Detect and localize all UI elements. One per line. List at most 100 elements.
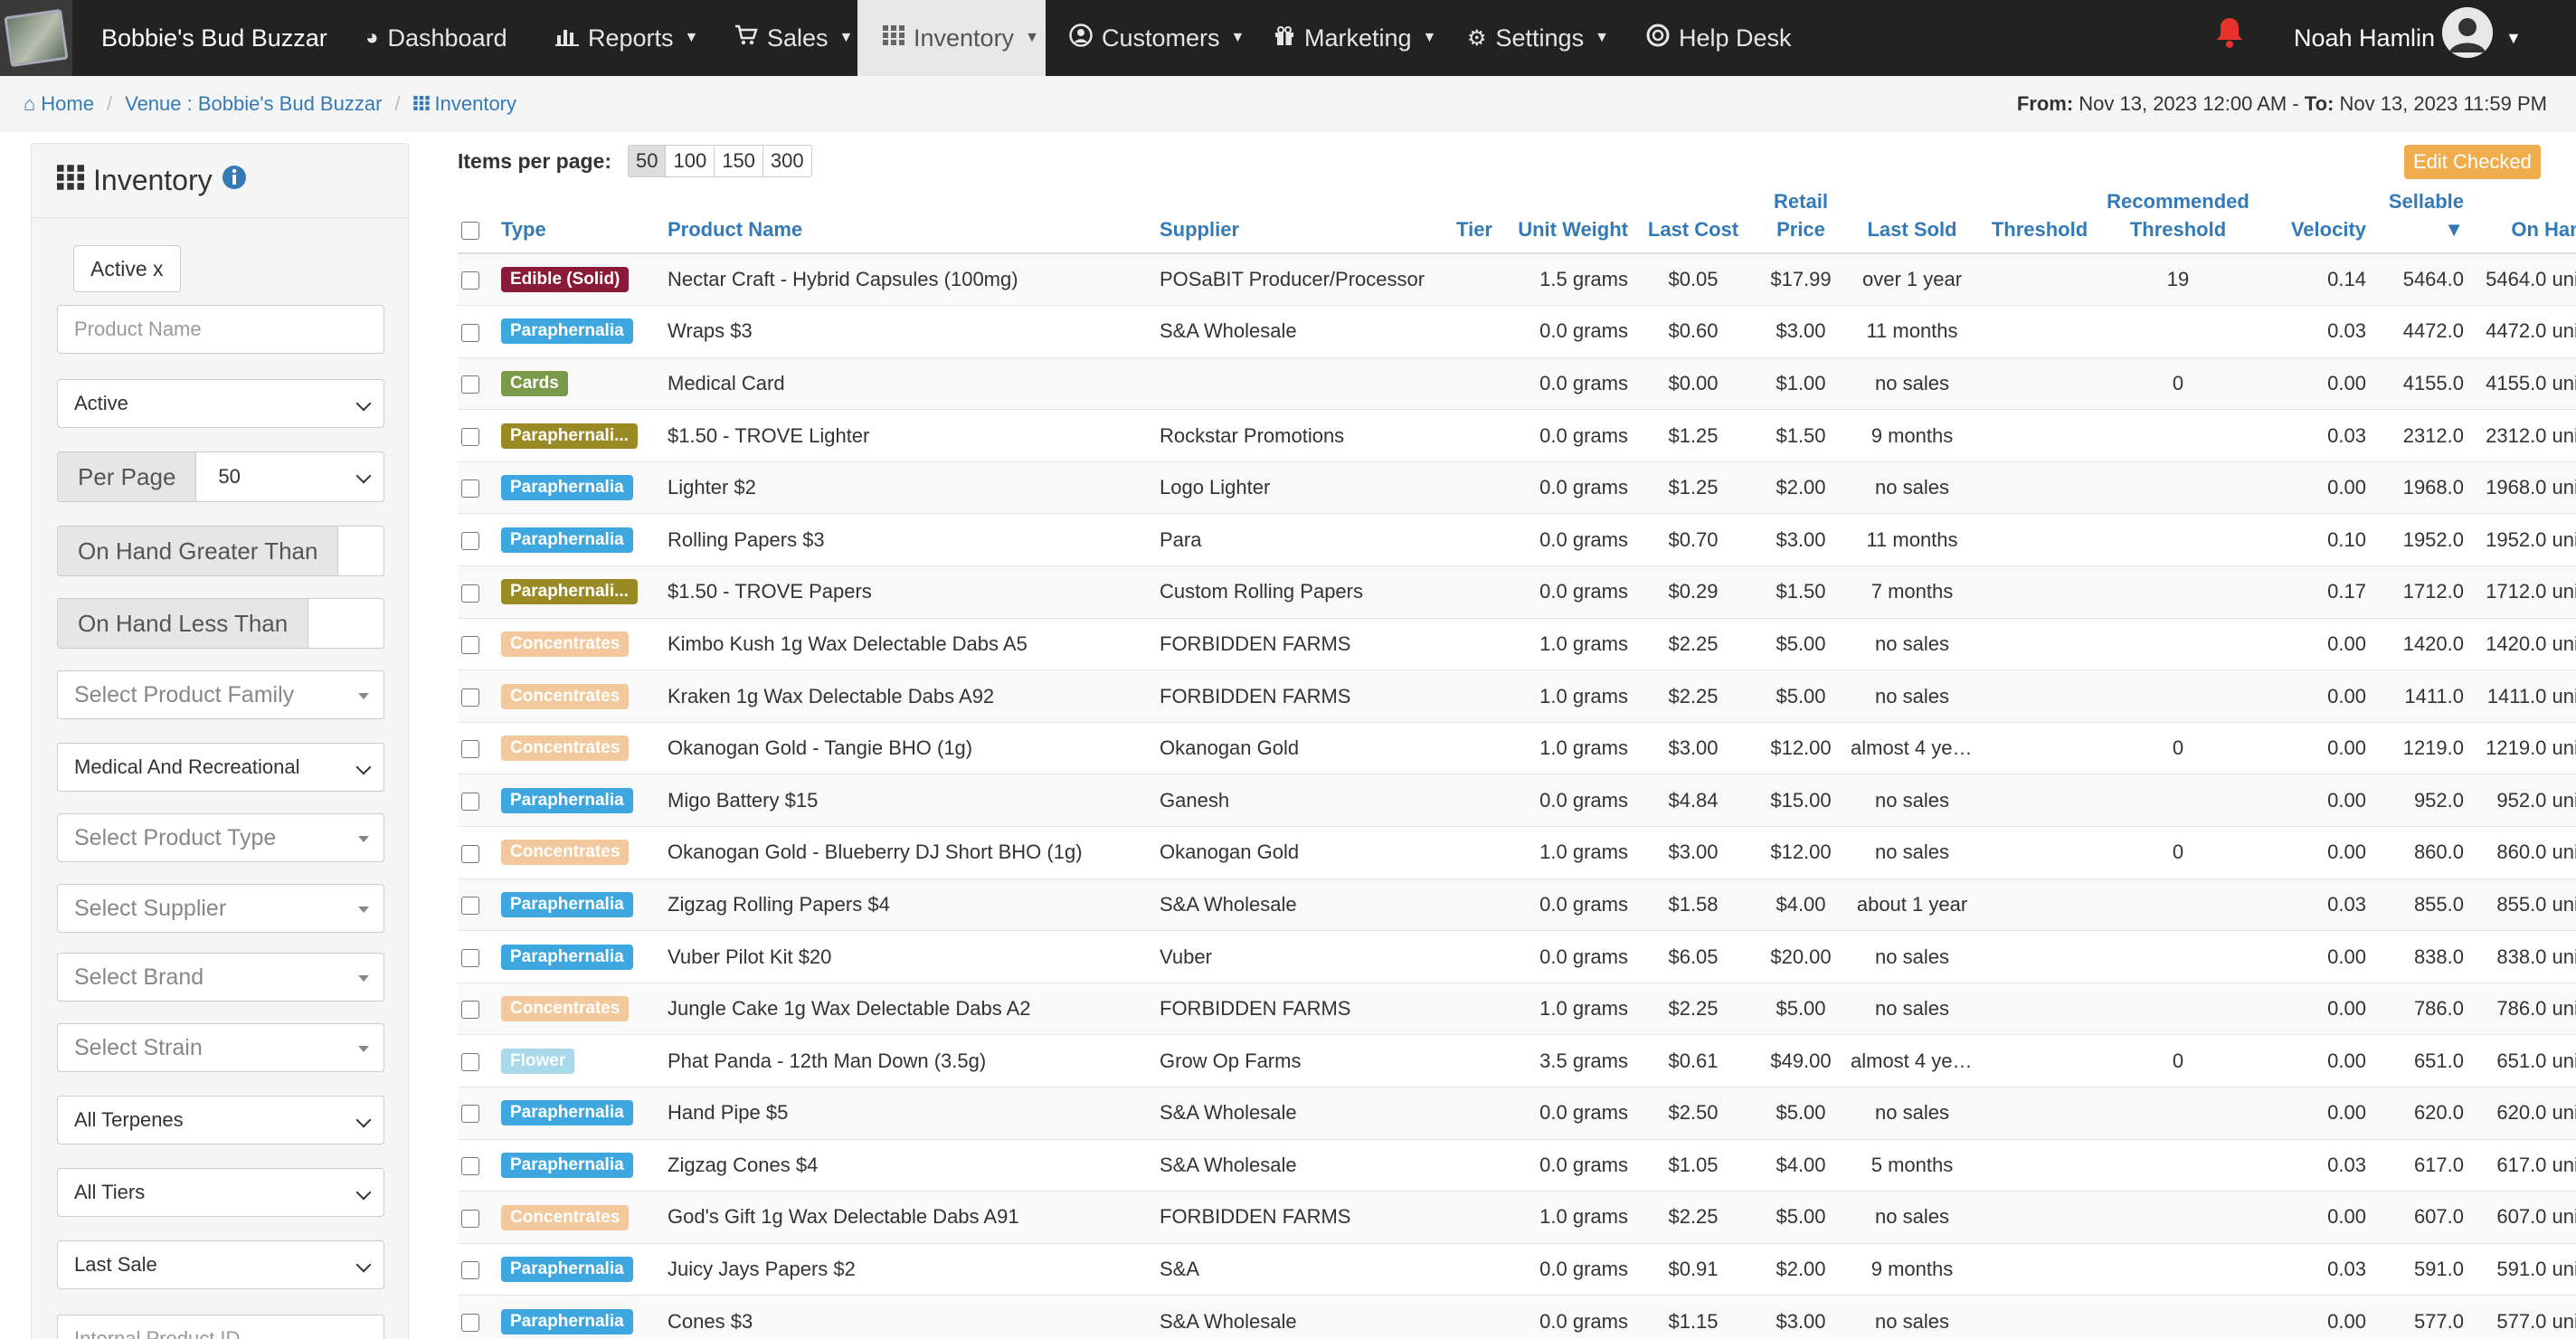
status-select[interactable]: Active: [57, 379, 384, 428]
select-all-checkbox[interactable]: [461, 222, 479, 241]
product-name-link[interactable]: Migo Battery $15: [664, 774, 1156, 827]
medical-recreational-select[interactable]: Medical And Recreational: [57, 743, 384, 792]
product-name-link[interactable]: Kraken 1g Wax Delectable Dabs A92: [664, 670, 1156, 723]
header-unit-weight[interactable]: Unit Weight: [1496, 185, 1632, 254]
supplier-link[interactable]: FORBIDDEN FARMS: [1156, 982, 1438, 1035]
row-checkbox[interactable]: [461, 271, 479, 290]
internal-product-id-input[interactable]: Internal Product ID: [57, 1315, 384, 1339]
nav-inventory[interactable]: Inventory ▼: [857, 0, 1046, 76]
user-avatar[interactable]: [2442, 7, 2493, 58]
row-checkbox[interactable]: [461, 688, 479, 707]
row-checkbox[interactable]: [461, 480, 479, 499]
brand-name[interactable]: Bobbie's Bud Buzzar: [101, 0, 327, 76]
row-checkbox[interactable]: [461, 427, 479, 446]
row-checkbox[interactable]: [461, 1209, 479, 1228]
items-per-page-150[interactable]: 150: [715, 146, 763, 176]
row-checkbox[interactable]: [461, 1314, 479, 1333]
product-name-link[interactable]: Kimbo Kush 1g Wax Delectable Dabs A5: [664, 617, 1156, 670]
product-name-link[interactable]: Okanogan Gold - Tangie BHO (1g): [664, 721, 1156, 774]
date-range[interactable]: From: Nov 13, 2023 12:00 AM - To: Nov 13…: [2017, 76, 2547, 132]
header-velocity[interactable]: Velocity: [2254, 185, 2370, 254]
header-supplier[interactable]: Supplier: [1156, 185, 1438, 254]
product-name-link[interactable]: Juicy Jays Papers $2: [664, 1242, 1156, 1296]
user-menu-chevron-icon[interactable]: ▼: [2505, 0, 2522, 76]
nav-settings[interactable]: ⚙ Settings ▼: [1467, 0, 1609, 76]
edit-checked-button[interactable]: Edit Checked: [2404, 145, 2541, 179]
nav-customers[interactable]: Customers ▼: [1069, 0, 1245, 76]
row-checkbox[interactable]: [461, 1157, 479, 1176]
brand-select[interactable]: Select Brand: [57, 953, 384, 1002]
nav-reports[interactable]: Reports ▼: [555, 0, 698, 76]
row-checkbox[interactable]: [461, 323, 479, 342]
product-name-link[interactable]: $1.50 - TROVE Papers: [664, 565, 1156, 619]
supplier-link[interactable]: S&A Wholesale: [1156, 878, 1438, 931]
supplier-link[interactable]: S&A Wholesale: [1156, 1087, 1438, 1140]
product-family-select[interactable]: Select Product Family: [57, 670, 384, 719]
active-filter-chip[interactable]: Active x: [73, 245, 181, 292]
retail-price-link[interactable]: $49.00: [1755, 1034, 1847, 1087]
supplier-link[interactable]: Logo Lighter: [1156, 461, 1438, 514]
venue-logo[interactable]: [0, 0, 72, 76]
terpenes-select[interactable]: All Terpenes: [57, 1096, 384, 1144]
supplier-link[interactable]: Custom Rolling Papers: [1156, 565, 1438, 619]
info-icon[interactable]: [222, 164, 247, 197]
header-threshold[interactable]: Threshold: [1977, 185, 2102, 254]
retail-price-link[interactable]: $17.99: [1755, 252, 1847, 306]
supplier-link[interactable]: Rockstar Promotions: [1156, 409, 1438, 462]
header-on-hand[interactable]: On Hand: [2467, 185, 2576, 254]
row-checkbox[interactable]: [461, 792, 479, 811]
retail-price-link[interactable]: $12.00: [1755, 826, 1847, 879]
header-type[interactable]: Type: [497, 185, 664, 254]
supplier-link[interactable]: S&A Wholesale: [1156, 1138, 1438, 1192]
product-name-link[interactable]: Nectar Craft - Hybrid Capsules (100mg): [664, 252, 1156, 306]
supplier-link[interactable]: S&A Wholesale: [1156, 305, 1438, 358]
supplier-link[interactable]: FORBIDDEN FARMS: [1156, 617, 1438, 670]
row-checkbox[interactable]: [461, 375, 479, 394]
row-checkbox[interactable]: [461, 740, 479, 759]
retail-price-link[interactable]: $5.00: [1755, 1087, 1847, 1140]
supplier-link[interactable]: Para: [1156, 513, 1438, 566]
retail-price-link[interactable]: $2.00: [1755, 1242, 1847, 1296]
product-name-link[interactable]: Zigzag Cones $4: [664, 1138, 1156, 1192]
header-last-sold[interactable]: Last Sold: [1847, 185, 1977, 254]
product-name-link[interactable]: Cones $3: [664, 1295, 1156, 1339]
row-checkbox[interactable]: [461, 844, 479, 863]
supplier-link[interactable]: S&A: [1156, 1242, 1438, 1296]
header-last-cost[interactable]: Last Cost: [1632, 185, 1755, 254]
nav-sales[interactable]: Sales ▼: [734, 0, 853, 76]
supplier-link[interactable]: Vuber: [1156, 930, 1438, 983]
row-checkbox[interactable]: [461, 1261, 479, 1280]
items-per-page-50[interactable]: 50: [629, 146, 667, 176]
on-hand-greater-input[interactable]: [338, 526, 384, 576]
retail-price-link[interactable]: $5.00: [1755, 1191, 1847, 1244]
retail-price-link[interactable]: $3.00: [1755, 305, 1847, 358]
retail-price-link[interactable]: $1.50: [1755, 565, 1847, 619]
retail-price-link[interactable]: $1.00: [1755, 356, 1847, 410]
row-checkbox[interactable]: [461, 584, 479, 603]
product-name-link[interactable]: Lighter $2: [664, 461, 1156, 514]
product-type-select[interactable]: Select Product Type: [57, 813, 384, 862]
breadcrumb-inventory[interactable]: Inventory: [435, 92, 517, 116]
row-checkbox[interactable]: [461, 948, 479, 967]
row-checkbox[interactable]: [461, 1052, 479, 1071]
header-product-name[interactable]: Product Name: [664, 185, 1156, 254]
product-name-input[interactable]: Product Name: [57, 305, 384, 354]
user-name[interactable]: Noah Hamlin: [2294, 0, 2435, 76]
retail-price-link[interactable]: $5.00: [1755, 982, 1847, 1035]
breadcrumb-venue[interactable]: Venue : Bobbie's Bud Buzzar: [125, 92, 382, 116]
retail-price-link[interactable]: $5.00: [1755, 617, 1847, 670]
retail-price-link[interactable]: $4.00: [1755, 878, 1847, 931]
last-sale-select[interactable]: Last Sale: [57, 1240, 384, 1289]
row-checkbox[interactable]: [461, 1001, 479, 1020]
tiers-select[interactable]: All Tiers: [57, 1168, 384, 1217]
retail-price-link[interactable]: $20.00: [1755, 930, 1847, 983]
product-name-link[interactable]: Rolling Papers $3: [664, 513, 1156, 566]
row-checkbox[interactable]: [461, 1105, 479, 1124]
product-name-link[interactable]: Phat Panda - 12th Man Down (3.5g): [664, 1034, 1156, 1087]
product-name-link[interactable]: Vuber Pilot Kit $20: [664, 930, 1156, 983]
strain-select[interactable]: Select Strain: [57, 1023, 384, 1072]
nav-help-desk[interactable]: Help Desk: [1646, 0, 1792, 76]
supplier-select[interactable]: Select Supplier: [57, 884, 384, 933]
per-page-select[interactable]: 50: [196, 451, 384, 502]
product-name-link[interactable]: Medical Card: [664, 356, 1156, 410]
